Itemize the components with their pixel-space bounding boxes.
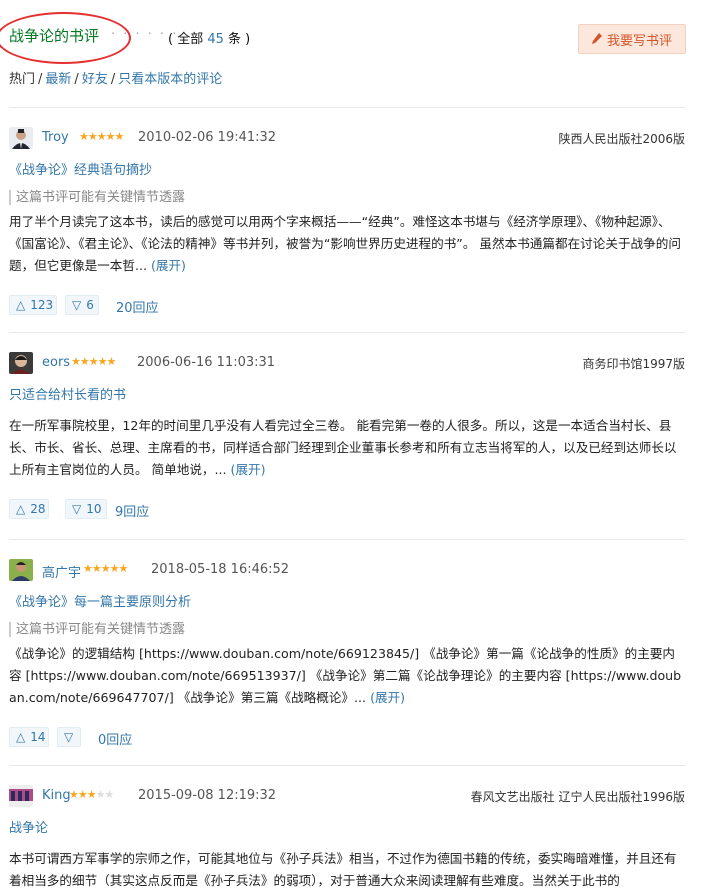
avatar[interactable] — [9, 559, 33, 581]
rating-stars: ★★★★★ — [71, 355, 116, 368]
write-review-button[interactable]: 我要写书评 — [578, 24, 686, 54]
review-item: eors ★★★★★ 2006-06-16 11:03:31 商务印书馆1997… — [9, 352, 685, 521]
review-count-link[interactable]: 45 — [207, 32, 224, 47]
review-excerpt: 《战争论》的逻辑结构 [https://www.douban.com/note/… — [9, 646, 682, 705]
expand-link[interactable]: (展开) — [370, 690, 405, 705]
reviewer-name[interactable]: Troy — [42, 130, 69, 145]
review-count: ( 全部 45 条 ) — [168, 32, 251, 47]
reviews-header: 战争论的书评 · · · · · · ( 全部 45 条 ) 我要写书评 热门 /… — [0, 0, 706, 100]
section-title-link[interactable]: 战争论的书评 — [9, 25, 99, 46]
upvote-button[interactable]: △ 28 — [9, 499, 49, 519]
review-title[interactable]: 只适合给村长看的书 — [9, 384, 685, 403]
review-actions: △ 123 ▽ 6 20回应 — [9, 295, 685, 317]
rating-stars: ★★★★★ — [79, 130, 124, 143]
thumb-down-icon: ▽ — [72, 298, 82, 312]
upvote-button[interactable]: △ 14 — [9, 727, 49, 747]
reviewer-name[interactable]: King — [42, 788, 71, 803]
review-time: 2018-05-18 16:46:52 — [151, 562, 290, 577]
review-time: 2010-02-06 19:41:32 — [138, 130, 277, 145]
edition-label: 春风文艺出版社 辽宁人民出版社1996版 — [470, 790, 685, 804]
thumb-up-icon: △ — [16, 298, 26, 312]
review-title[interactable]: 《战争论》每一篇主要原则分析 — [9, 591, 685, 610]
expand-link[interactable]: (展开) — [151, 258, 186, 273]
replies-link[interactable]: 9回应 — [115, 501, 149, 520]
downvote-button[interactable]: ▽ 10 — [65, 499, 107, 519]
avatar[interactable] — [9, 785, 33, 807]
rating-stars: ★★★★★ — [83, 562, 128, 575]
review-actions: △ 14 ▽ 0回应 — [9, 727, 685, 749]
thumb-up-icon: △ — [16, 730, 26, 744]
filter-hot[interactable]: 热门 — [9, 72, 35, 87]
upvote-button[interactable]: △ 123 — [9, 295, 57, 315]
edition-label: 陕西人民出版社2006版 — [558, 132, 685, 146]
review-excerpt: 在一所军事院校里，12年的时间里几乎没有人看完过全三卷。 能看完第一卷的人很多。… — [9, 418, 677, 477]
pencil-icon — [591, 33, 602, 45]
spoiler-warning: 这篇书评可能有关键情节透露 — [9, 190, 685, 205]
divider — [9, 765, 685, 766]
review-excerpt: 用了半个月读完了这本书，读后的感觉可以用两个字来概括——“经典”。难怪这本书堪与… — [9, 214, 681, 273]
expand-link[interactable]: (展开) — [231, 462, 266, 477]
downvote-button[interactable]: ▽ 6 — [65, 295, 99, 315]
filter-friends[interactable]: 好友 — [82, 72, 108, 87]
review-item: 高广宇 ★★★★★ 2018-05-18 16:46:52 《战争论》每一篇主要… — [9, 559, 685, 749]
reviewer-name[interactable]: eors — [42, 355, 70, 370]
reviewer-name[interactable]: 高广宇 — [42, 562, 81, 581]
review-filters: 热门 / 最新 / 好友 / 只看本版本的评论 — [9, 72, 223, 87]
divider — [9, 332, 685, 333]
avatar[interactable] — [9, 352, 33, 374]
review-time: 2015-09-08 12:19:32 — [138, 788, 277, 803]
review-item: King ★★★★★ 2015-09-08 12:19:32 春风文艺出版社 辽… — [9, 785, 685, 892]
avatar[interactable] — [9, 127, 33, 149]
spoiler-warning: 这篇书评可能有关键情节透露 — [9, 622, 685, 637]
downvote-button[interactable]: ▽ — [57, 727, 81, 747]
rating-stars: ★★★★★ — [69, 788, 114, 801]
review-item: Troy ★★★★★ 2010-02-06 19:41:32 陕西人民出版社20… — [9, 127, 685, 317]
divider — [9, 539, 685, 540]
review-title[interactable]: 战争论 — [9, 817, 685, 836]
review-title[interactable]: 《战争论》经典语句摘抄 — [9, 159, 685, 178]
thumb-down-icon: ▽ — [64, 730, 74, 744]
review-time: 2006-06-16 11:03:31 — [137, 355, 276, 370]
review-excerpt: 本书可谓西方军事学的宗师之作，可能其地位与《孙子兵法》相当，不过作为德国书籍的传… — [9, 851, 677, 888]
filter-latest[interactable]: 最新 — [45, 72, 71, 87]
review-actions: △ 28 ▽ 10 9回应 — [9, 499, 685, 521]
replies-link[interactable]: 0回应 — [98, 729, 132, 748]
filter-this-edition[interactable]: 只看本版本的评论 — [118, 72, 222, 87]
edition-label: 商务印书馆1997版 — [582, 357, 685, 371]
write-review-label: 我要写书评 — [606, 33, 672, 49]
replies-link[interactable]: 20回应 — [116, 297, 159, 316]
thumb-down-icon: ▽ — [72, 502, 82, 516]
thumb-up-icon: △ — [16, 502, 26, 516]
divider — [9, 107, 685, 108]
